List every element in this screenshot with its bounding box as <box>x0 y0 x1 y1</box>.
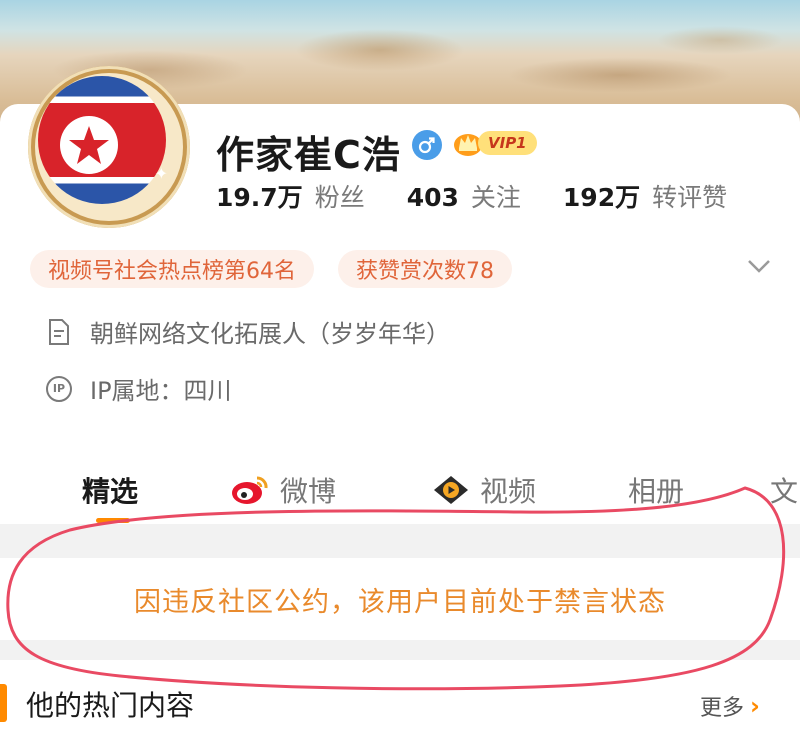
more-label: 更多 <box>700 696 745 721</box>
stat-following[interactable]: 403 关注 <box>407 178 521 214</box>
star-disc <box>60 116 118 174</box>
stat-value: 19.7万 <box>216 183 303 212</box>
vip-label: VIP1 <box>478 131 537 155</box>
tab-label: 精选 <box>82 475 139 508</box>
chevron-right-icon: › <box>750 692 760 720</box>
tab-featured[interactable]: 精选 <box>82 470 138 510</box>
stat-value: 403 <box>406 183 459 212</box>
tab-label: 相册 <box>628 475 685 508</box>
tab-album[interactable]: 相册 <box>628 470 684 510</box>
hot-content-section: 他的热门内容 更多 › <box>0 660 800 748</box>
tab-article[interactable]: 文 <box>770 470 798 510</box>
stat-label: 关注 <box>470 183 521 212</box>
badge-row: 视频号社会热点榜第64名 获赞赏次数78 <box>30 250 536 288</box>
ip-row: IP IP属地：四川 <box>44 371 232 406</box>
reward-badge[interactable]: 获赞赏次数78 <box>338 250 512 288</box>
video-icon <box>432 474 470 506</box>
red-star-icon <box>69 126 109 164</box>
bio-row: 朝鲜网络文化拓展人（岁岁年华） <box>44 314 450 349</box>
stat-fans[interactable]: 19.7万 粉丝 <box>216 178 365 214</box>
document-icon <box>44 317 74 347</box>
tab-label: 视频 <box>480 475 537 508</box>
male-icon <box>412 130 442 160</box>
active-tab-indicator <box>96 518 130 523</box>
stat-label: 粉丝 <box>314 183 365 212</box>
flag-avatar-icon <box>38 76 166 204</box>
ban-notice: 因违反社区公约，该用户目前处于禁言状态 <box>0 558 800 640</box>
stat-value: 192万 <box>562 183 641 212</box>
ip-location: IP属地：四川 <box>90 377 232 405</box>
tab-label: 文 <box>770 475 799 508</box>
stat-likes[interactable]: 192万 转评赞 <box>563 178 727 214</box>
section-accent-bar <box>0 684 7 722</box>
profile-name: 作家崔C浩 <box>216 133 401 177</box>
ban-notice-text: 因违反社区公约，该用户目前处于禁言状态 <box>134 586 666 618</box>
vip-badge[interactable]: VIP1 <box>452 128 537 158</box>
more-link[interactable]: 更多 › <box>700 690 760 722</box>
stat-label: 转评赞 <box>652 183 728 212</box>
ranking-badge[interactable]: 视频号社会热点榜第64名 <box>30 250 314 288</box>
tab-video[interactable]: 视频 <box>432 470 536 510</box>
chevron-down-icon[interactable] <box>746 256 772 276</box>
avatar[interactable]: ✦ <box>28 66 190 228</box>
stats-row: 19.7万 粉丝 403 关注 192万 转评赞 <box>216 178 769 214</box>
profile-tabs: 精选 微博 视频 相册 文 <box>0 462 800 524</box>
section-title: 他的热门内容 <box>26 689 195 722</box>
ip-icon-wrap: IP <box>44 374 74 404</box>
tab-label: 微博 <box>280 475 337 508</box>
tab-weibo[interactable]: 微博 <box>230 470 336 510</box>
sparkle-icon: ✦ <box>154 164 168 183</box>
weibo-icon <box>230 474 270 506</box>
bio-text: 朝鲜网络文化拓展人（岁岁年华） <box>90 320 450 348</box>
ip-icon: IP <box>46 375 72 402</box>
